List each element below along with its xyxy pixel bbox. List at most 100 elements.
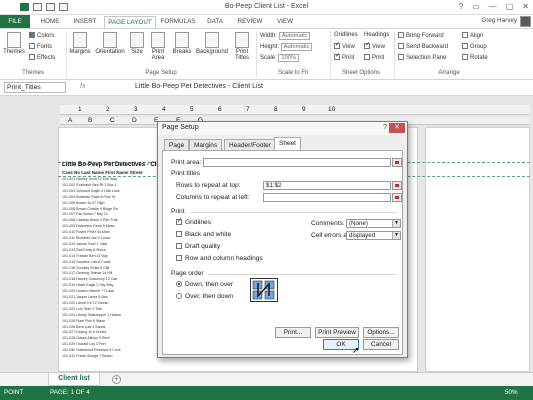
list-title[interactable]: Little Bo-Peep Pet Detectives - Clie	[62, 162, 161, 168]
tab-sheet[interactable]: Sheet	[274, 137, 301, 151]
table-row[interactable]: 101-004 Bowman Rose 8 Pine St	[62, 195, 115, 199]
table-row[interactable]: 101-009 Dickerson Dean 5 Mesa	[62, 224, 115, 228]
orientation-button[interactable]: Orientation	[93, 32, 127, 55]
width-dropdown[interactable]: Automatic	[278, 32, 311, 40]
formula-input[interactable]: Little Bo-Peep Pet Detectives - Client L…	[135, 83, 263, 90]
print-preview-button[interactable]: Print Preview	[315, 327, 359, 338]
breaks-button[interactable]: Breaks	[171, 32, 193, 55]
add-sheet-icon[interactable]: +	[112, 375, 121, 384]
table-row[interactable]: 101-027 Keying Jo 6 Dunes	[62, 330, 106, 334]
options-button[interactable]: Options...	[363, 327, 399, 338]
gridlines-print-check[interactable]: Print	[334, 52, 354, 61]
table-row[interactable]: 101-028 Oakes Allison 9 Reef	[62, 336, 110, 340]
name-box[interactable]: Print_Titles	[4, 82, 66, 93]
comments-select[interactable]: (None) ▼	[346, 219, 401, 228]
table-row[interactable]: 101-018 Harvey Chauncey 10 Oak	[62, 277, 117, 281]
tab-view[interactable]: VIEW	[271, 16, 299, 28]
table-row[interactable]: 101-008 Cassidy Butch 2 Rim Trail	[62, 218, 117, 222]
table-row[interactable]: 101-006 Brown Charlie 9 Ridge Rd	[62, 207, 118, 211]
scale-control[interactable]: Scale: 100%	[260, 54, 300, 62]
list-header-row[interactable]: Case No Last Name First Name Street	[62, 170, 143, 175]
fonts-button[interactable]: Fonts	[29, 43, 52, 50]
table-row[interactable]: 101-026 Bent Luis 4 Sands	[62, 325, 105, 329]
table-row[interactable]: 101-022 Lamar Kir 12 Ocean	[62, 301, 108, 305]
table-row[interactable]: 101-015 Sanders Lois 6 Coast	[62, 260, 111, 264]
table-row[interactable]: 101-016 Sounley Shaw 9 Cliff	[62, 266, 109, 270]
column-header[interactable]: A	[68, 117, 72, 124]
send-backward-button[interactable]: Send Backward	[398, 43, 448, 50]
tab-review[interactable]: REVIEW	[232, 16, 268, 28]
minimize-icon[interactable]: —	[489, 2, 497, 11]
headings-view-check[interactable]: View	[364, 41, 385, 50]
height-dropdown[interactable]: Automatic	[280, 43, 313, 51]
width-control[interactable]: Width: Automatic	[260, 32, 311, 40]
black-white-checkbox[interactable]: Black and white	[176, 231, 231, 238]
headings-print-check[interactable]: Print	[364, 54, 384, 61]
table-row[interactable]: 101-020 Hudson Harriet 77 Lake	[62, 289, 114, 293]
bring-forward-button[interactable]: Bring Forward	[398, 32, 444, 39]
row-col-headings-checkbox[interactable]: Row and column headings	[176, 255, 263, 262]
table-row[interactable]: 101-003 Johnson Gayle 4 Oak Lane	[62, 189, 120, 193]
gridlines-view-check[interactable]: View	[334, 41, 355, 50]
tab-data[interactable]: DATA	[201, 16, 229, 28]
print-titles-button[interactable]: Print Titles	[231, 32, 253, 61]
table-row[interactable]: 101-007 Fan Nolan 7 Bay Ct	[62, 212, 108, 216]
close-icon[interactable]: ✕	[522, 2, 529, 11]
user-name[interactable]: Greg Harvey	[481, 17, 517, 24]
table-row[interactable]: 101-025 Flam Fish 8 Wave	[62, 319, 105, 323]
table-row[interactable]: 101-029 Oswald Lou 3 Port	[62, 342, 106, 346]
tab-insert[interactable]: INSERT	[68, 16, 102, 28]
table-row[interactable]: 101-011 Richards Joe 3 Loma	[62, 236, 110, 240]
table-row[interactable]: 101-023 Lutz Stan 2 Tide	[62, 307, 102, 311]
print-area-button[interactable]: Print Area	[147, 32, 169, 61]
ribbon-display-icon[interactable]: ▭	[472, 2, 480, 11]
tab-formulas[interactable]: FORMULAS	[158, 16, 198, 28]
effects-button[interactable]: Effects	[29, 54, 55, 61]
size-button[interactable]: Size	[129, 32, 145, 55]
cols-repeat-input[interactable]	[263, 193, 391, 202]
page-2[interactable]	[425, 127, 530, 372]
group-button[interactable]: Group	[462, 43, 487, 50]
over-then-down-radio[interactable]: Over, then down	[176, 293, 233, 300]
height-control[interactable]: Height: Automatic	[260, 43, 313, 51]
table-row[interactable]: 101-001 Harvey Scott 12 Elm Way	[62, 177, 117, 181]
help-icon[interactable]: ?	[383, 124, 387, 131]
table-row[interactable]: 101-005 Brown Jo 67 High	[62, 201, 105, 205]
zoom-level[interactable]: 50%	[505, 389, 518, 396]
column-header[interactable]: C	[110, 117, 115, 124]
sheet-tab-client-list[interactable]: Client list	[48, 373, 100, 386]
cancel-button[interactable]: Cancel	[363, 339, 399, 350]
gridlines-checkbox[interactable]: Gridlines	[176, 217, 211, 226]
help-icon[interactable]: ?	[459, 2, 463, 11]
selection-pane-button[interactable]: Selection Pane	[398, 54, 446, 61]
rotate-button[interactable]: Rotate	[462, 54, 488, 61]
scale-spinner[interactable]: 100%	[278, 54, 300, 62]
themes-button[interactable]: Themes	[3, 32, 25, 55]
tab-file[interactable]: FILE	[0, 15, 30, 28]
align-button[interactable]: Align	[462, 32, 483, 39]
margins-button[interactable]: Margins	[69, 32, 91, 55]
print-button[interactable]: Print...	[275, 327, 311, 338]
table-row[interactable]: 101-030 Gaterbond Rebecca 5 Cove	[62, 348, 121, 352]
tab-home[interactable]: HOME	[35, 16, 65, 28]
colors-button[interactable]: Colors	[29, 32, 54, 39]
background-button[interactable]: Background	[195, 32, 229, 55]
table-row[interactable]: 101-021 Jasper Laura 5 Sea	[62, 295, 108, 299]
table-row[interactable]: 101-024 Liberty Statuesque 1 Harbor	[62, 313, 121, 317]
maximize-icon[interactable]: ▢	[506, 2, 514, 11]
column-header[interactable]: B	[88, 117, 92, 124]
table-row[interactable]: 101-010 Foster Peter 44 Main	[62, 230, 110, 234]
collapse-dialog-icon[interactable]	[392, 193, 402, 202]
avatar[interactable]	[520, 16, 531, 27]
collapse-dialog-icon[interactable]	[392, 158, 402, 167]
table-row[interactable]: 101-012 Jalone Todd 1 Vista	[62, 242, 107, 246]
down-then-over-radio[interactable]: Down, then over	[176, 281, 233, 288]
print-area-input[interactable]	[203, 158, 391, 167]
rows-repeat-input[interactable]: $1:$2	[263, 181, 391, 190]
table-row[interactable]: 101-031 Frank George 7 Beach	[62, 354, 113, 358]
table-row[interactable]: 101-014 Frankin Ben 21 Bay	[62, 254, 108, 258]
tab-page-layout[interactable]: PAGE LAYOUT	[104, 16, 156, 28]
draft-quality-checkbox[interactable]: Draft quality	[176, 243, 220, 250]
cell-errors-select[interactable]: displayed ▼	[346, 231, 401, 240]
close-icon[interactable]: ✕	[389, 123, 405, 133]
